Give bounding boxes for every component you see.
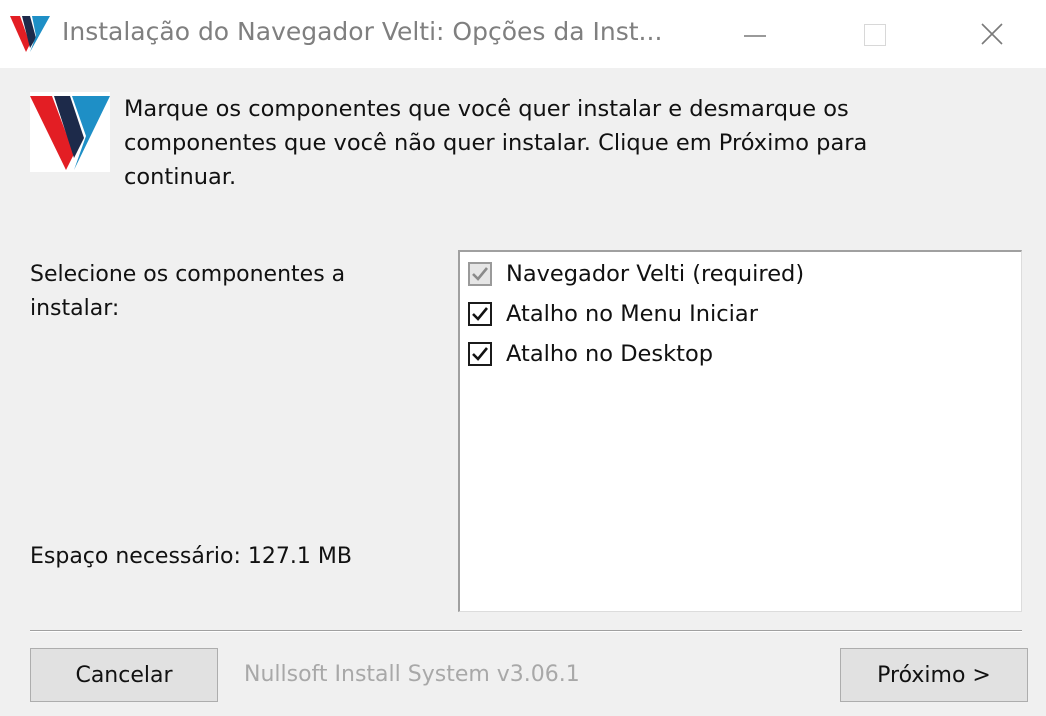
- close-button[interactable]: [952, 0, 1032, 68]
- next-button[interactable]: Próximo >: [840, 648, 1028, 702]
- velti-logo: [30, 92, 110, 172]
- components-list[interactable]: Navegador Velti (required) Atalho no Men…: [458, 250, 1022, 612]
- component-item-desktop[interactable]: Atalho no Desktop: [468, 336, 713, 372]
- checkbox-menu-iniciar[interactable]: [468, 302, 492, 326]
- checkbox-desktop[interactable]: [468, 342, 492, 366]
- component-label: Navegador Velti (required): [506, 261, 805, 287]
- component-label: Atalho no Desktop: [506, 341, 714, 367]
- minimize-button[interactable]: [714, 0, 794, 68]
- footer-separator: [30, 630, 1022, 632]
- component-item-navegador: Navegador Velti (required): [468, 256, 804, 292]
- space-required-label: Espaço necessário: 127.1 MB: [30, 544, 352, 569]
- velti-logo-icon: [10, 16, 50, 52]
- maximize-button: [836, 0, 916, 68]
- select-components-label: Selecione os componentes a instalar:: [30, 262, 346, 321]
- check-icon: [472, 347, 489, 361]
- check-icon: [472, 267, 489, 281]
- maximize-icon: [864, 24, 886, 46]
- nsis-brand-text: Nullsoft Install System v3.06.1: [244, 662, 580, 687]
- window-title: Instalação do Navegador Velti: Opções da…: [62, 17, 663, 46]
- component-label: Atalho no Menu Iniciar: [506, 301, 758, 327]
- title-bar: Instalação do Navegador Velti: Opções da…: [0, 0, 1046, 68]
- header-description: Marque os componentes que você quer inst…: [124, 96, 868, 190]
- cancel-button[interactable]: Cancelar: [30, 648, 218, 702]
- close-icon: [981, 23, 1003, 45]
- installer-dialog: Marque os componentes que você quer inst…: [0, 68, 1046, 716]
- check-icon: [472, 307, 489, 321]
- checkbox-navegador: [468, 262, 492, 286]
- minimize-icon: [744, 35, 766, 37]
- component-item-menu-iniciar[interactable]: Atalho no Menu Iniciar: [468, 296, 758, 332]
